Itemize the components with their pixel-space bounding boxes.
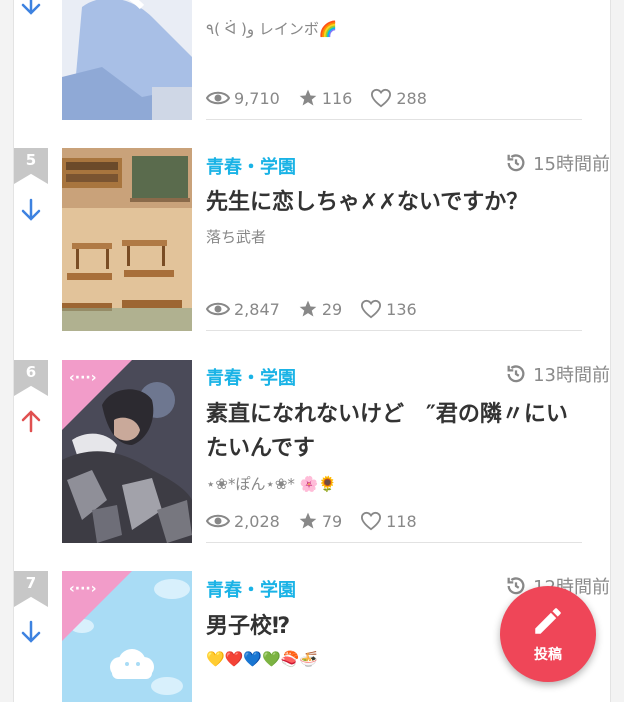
pencil-icon <box>535 608 561 634</box>
stars-count: 116 <box>321 88 353 108</box>
eye-icon <box>206 514 230 528</box>
item-divider <box>206 119 582 120</box>
stars-count: 79 <box>321 511 343 531</box>
story-title[interactable]: 素直になれないけど ″君の隣〃にい たいんです <box>206 398 596 466</box>
eye-icon <box>206 91 230 105</box>
author-name[interactable]: 落ち武者 <box>206 226 266 247</box>
thumbnail-image[interactable] <box>62 148 192 331</box>
left-gutter <box>0 0 14 702</box>
likes-count: 118 <box>386 511 417 531</box>
genre-label[interactable]: 青春・学園 <box>206 153 296 179</box>
trend-down-icon <box>21 198 41 221</box>
star-icon <box>299 300 317 317</box>
history-icon <box>507 365 525 383</box>
stars-stat: 29 <box>298 299 342 319</box>
time-text: 13時間前 <box>533 365 610 386</box>
rank-badge: 6 <box>14 360 48 396</box>
views-count: 2,847 <box>234 299 280 319</box>
right-gutter <box>610 0 624 702</box>
time-text: 15時間前 <box>533 154 610 175</box>
likes-stat: 118 <box>360 511 417 531</box>
star-icon <box>299 512 317 529</box>
author-name[interactable]: 💛❤️💙💚🍣🍜 <box>206 650 318 668</box>
trend-down-icon <box>21 620 41 643</box>
thumbnail-image[interactable]: ‹···› <box>62 360 192 543</box>
views-stat: 9,710 <box>206 89 280 108</box>
rank-badge: 5 <box>14 148 48 184</box>
updated-time: 15時間前 <box>505 150 610 176</box>
item-divider <box>206 542 582 543</box>
views-count: 9,710 <box>234 88 280 108</box>
story-title-line: たいんです <box>206 436 315 461</box>
stars-count: 29 <box>321 299 343 319</box>
likes-stat: 288 <box>370 88 427 108</box>
story-title[interactable]: 先生に恋しちゃ✗✗ないですか？ <box>206 186 596 220</box>
trend-down-icon <box>21 0 41 15</box>
stats-row: 2,028 79 118 <box>206 511 435 531</box>
post-button-label: 投稿 <box>534 647 562 663</box>
star-icon <box>299 89 317 106</box>
updated-time: 13時間前 <box>505 361 610 387</box>
heart-icon <box>361 511 382 531</box>
item-divider <box>206 330 582 331</box>
chat-dots-icon: ‹···› <box>69 370 97 386</box>
likes-stat: 136 <box>360 299 417 319</box>
heart-icon <box>361 299 382 319</box>
stats-row: 9,710 116 288 <box>206 88 445 108</box>
stars-stat: 79 <box>298 511 342 531</box>
heart-icon <box>371 88 392 108</box>
page: ٩( ᐛ )و レインボ🌈 9,710 116 288 5 青春・学園 15時間… <box>0 0 624 702</box>
history-icon <box>507 154 525 172</box>
stats-row: 2,847 29 136 <box>206 299 435 319</box>
thumbnail-image[interactable]: ‹···› <box>62 571 192 702</box>
chat-dots-icon: ‹···› <box>69 581 97 597</box>
author-name[interactable]: ⋆❀*ぽん⋆❀* 🌸🌻 <box>206 473 337 494</box>
thumbnail-image[interactable] <box>62 0 192 120</box>
views-stat: 2,847 <box>206 300 280 319</box>
likes-count: 136 <box>386 299 417 319</box>
post-button[interactable]: 投稿 <box>500 586 596 682</box>
eye-icon <box>206 302 230 316</box>
trend-up-icon <box>21 410 41 433</box>
rank-badge: 7 <box>14 571 48 607</box>
genre-label[interactable]: 青春・学園 <box>206 576 296 602</box>
genre-label[interactable]: 青春・学園 <box>206 364 296 390</box>
likes-count: 288 <box>396 88 427 108</box>
stars-stat: 116 <box>298 88 353 108</box>
views-count: 2,028 <box>234 511 280 531</box>
views-stat: 2,028 <box>206 512 280 531</box>
story-title-line: 素直になれないけど ″君の隣〃にい <box>206 402 568 427</box>
author-name[interactable]: ٩( ᐛ )و レインボ🌈 <box>206 18 338 39</box>
